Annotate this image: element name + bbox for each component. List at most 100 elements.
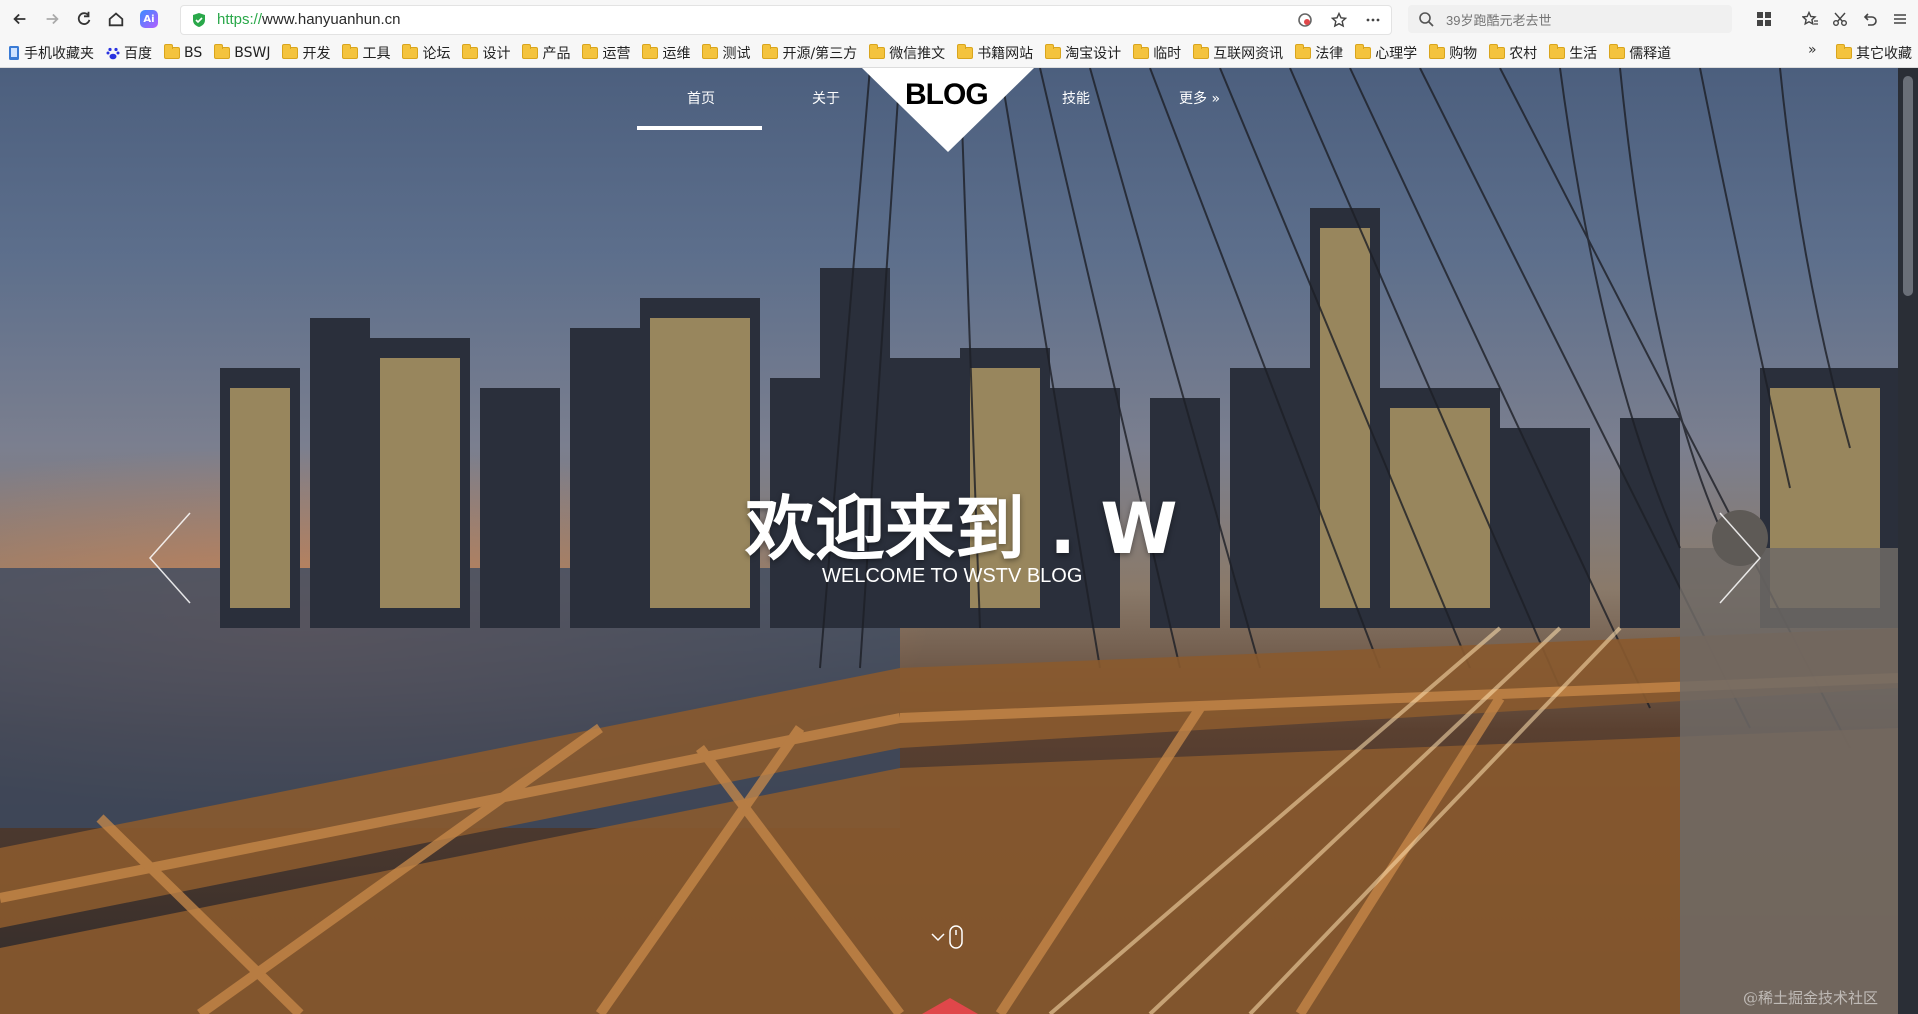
folder-icon (462, 44, 479, 59)
bookmark-label: 农村 (1509, 46, 1538, 62)
bookmark-folder[interactable]: 购物 (1429, 43, 1477, 63)
bookmark-folder[interactable]: 论坛 (402, 43, 450, 63)
folder-icon (342, 44, 359, 59)
bookmark-label: 产品 (542, 46, 571, 62)
bookmark-folder[interactable]: 淘宝设计 (1045, 43, 1121, 63)
back-to-top-tab[interactable] (922, 998, 978, 1014)
bookmark-label: 百度 (124, 46, 152, 62)
hero-title: 欢迎来到 . W (745, 488, 1178, 570)
scroll-down-mouse-icon[interactable] (928, 924, 968, 954)
bookmark-folder[interactable]: 产品 (522, 43, 570, 63)
more-dots-icon[interactable] (1363, 10, 1383, 30)
mobile-phone-icon (9, 46, 19, 60)
nav-more[interactable]: 更多 » (1179, 88, 1220, 108)
bookmark-folder[interactable]: 运营 (582, 43, 630, 63)
bookmark-folder[interactable]: BSWJ (214, 43, 270, 63)
scrollbar-thumb[interactable] (1903, 76, 1913, 296)
bookmarks-bar: 手机收藏夹 百度 BS BSWJ 开发 工具 论坛 设计 产品 运营 运维 测试 开源/第三方 微信推… (0, 38, 1918, 68)
ai-assistant-icon[interactable]: Ai (140, 10, 158, 28)
bookmark-folder[interactable]: 运维 (642, 43, 690, 63)
bookmark-label: 互联网资讯 (1213, 46, 1284, 62)
nav-about[interactable]: 关于 (812, 88, 840, 108)
bookmark-label: 运营 (602, 46, 631, 62)
nav-skills[interactable]: 技能 (1062, 88, 1090, 108)
forward-arrow-icon[interactable] (40, 7, 64, 31)
bookmark-label: 购物 (1449, 46, 1478, 62)
bookmark-folder[interactable]: 农村 (1489, 43, 1537, 63)
folder-icon (762, 44, 779, 59)
page-scrollbar[interactable] (1898, 68, 1918, 1014)
secure-shield-icon (193, 13, 205, 27)
bookmark-folder[interactable]: 微信推文 (869, 43, 945, 63)
bookmark-label: 开发 (302, 46, 331, 62)
bookmarks-overflow-chevron[interactable]: » (1808, 42, 1817, 58)
tracking-protection-icon[interactable] (1295, 10, 1315, 30)
bookmark-folder[interactable]: 开发 (282, 43, 330, 63)
bookmark-folder[interactable]: 书籍网站 (957, 43, 1033, 63)
bookmark-folder[interactable]: 互联网资讯 (1193, 43, 1283, 63)
folder-icon (957, 44, 974, 59)
favorites-star-icon[interactable] (1800, 9, 1820, 29)
bookmark-folder[interactable]: 法律 (1295, 43, 1343, 63)
bookmark-label: 手机收藏夹 (24, 46, 94, 62)
reload-icon[interactable] (72, 7, 96, 31)
bookmark-label: 微信推文 (889, 46, 946, 62)
menu-icon[interactable] (1890, 9, 1910, 29)
folder-icon (1609, 44, 1626, 59)
baidu-paw-icon (106, 47, 120, 60)
bookmark-label: 设计 (482, 46, 511, 62)
bookmark-folder[interactable]: 开源/第三方 (762, 43, 857, 63)
bookmark-other-folder[interactable]: 其它收藏 (1836, 43, 1912, 63)
bookmark-folder[interactable]: 生活 (1549, 43, 1597, 63)
watermark-text: @稀土掘金技术社区 (1742, 989, 1878, 1007)
folder-icon (1295, 44, 1312, 59)
folder-icon (1355, 44, 1372, 59)
hero-subtitle: WELCOME TO WSTV BLOG (822, 565, 1083, 587)
apps-grid-icon[interactable] (1754, 9, 1774, 29)
nav-home[interactable]: 首页 (687, 88, 715, 108)
undo-icon[interactable] (1860, 9, 1880, 29)
bookmark-folder[interactable]: 测试 (702, 43, 750, 63)
bookmark-label: 心理学 (1375, 46, 1418, 62)
bookmark-folder[interactable]: 临时 (1133, 43, 1181, 63)
bookmark-label: 临时 (1153, 46, 1182, 62)
search-box[interactable] (1408, 5, 1732, 33)
hero-banner: 首页 关于 BLOG 技能 更多 » 欢迎来到 . W WELCOME TO W… (0, 68, 1898, 1014)
folder-icon (1489, 44, 1506, 59)
bookmark-label: 生活 (1569, 46, 1598, 62)
bookmark-folder[interactable]: 心理学 (1355, 43, 1417, 63)
bookmark-label: BS (184, 45, 203, 61)
address-bar[interactable]: https://www.hanyuanhun.cn (180, 5, 1392, 35)
bookmark-label: 法律 (1315, 46, 1344, 62)
bookmark-folder[interactable]: 工具 (342, 43, 390, 63)
folder-icon (1429, 44, 1446, 59)
site-logo[interactable]: BLOG (905, 78, 989, 112)
folder-icon (402, 44, 419, 59)
bookmark-folder[interactable]: 儒释道 (1609, 43, 1671, 63)
bookmark-mobile[interactable]: 手机收藏夹 (8, 43, 94, 63)
folder-icon (1193, 44, 1210, 59)
bookmark-folder[interactable]: 设计 (462, 43, 510, 63)
bookmark-baidu[interactable]: 百度 (106, 43, 152, 63)
bookmark-label: 工具 (362, 46, 391, 62)
home-icon[interactable] (104, 7, 128, 31)
scissors-icon[interactable] (1830, 9, 1850, 29)
search-input[interactable] (1444, 9, 1718, 31)
bookmark-label: 淘宝设计 (1065, 46, 1122, 62)
folder-icon (642, 44, 659, 59)
carousel-prev-arrow-icon[interactable] (145, 508, 205, 608)
carousel-next-arrow-icon[interactable] (1705, 508, 1765, 608)
star-bookmark-icon[interactable] (1329, 10, 1349, 30)
toolbar-separator (1784, 9, 1790, 29)
nav-active-underline (637, 126, 762, 130)
folder-icon (869, 44, 886, 59)
bookmark-label: 运维 (662, 46, 691, 62)
site-navigation: 首页 关于 BLOG 技能 更多 » (0, 68, 1898, 158)
bookmark-folder[interactable]: BS (164, 43, 202, 63)
folder-icon (582, 44, 599, 59)
folder-icon (214, 44, 231, 59)
back-arrow-icon[interactable] (8, 7, 32, 31)
folder-icon (282, 44, 299, 59)
folder-icon (1133, 44, 1150, 59)
browser-toolbar: Ai https://www.hanyuanhun.cn (0, 0, 1918, 39)
